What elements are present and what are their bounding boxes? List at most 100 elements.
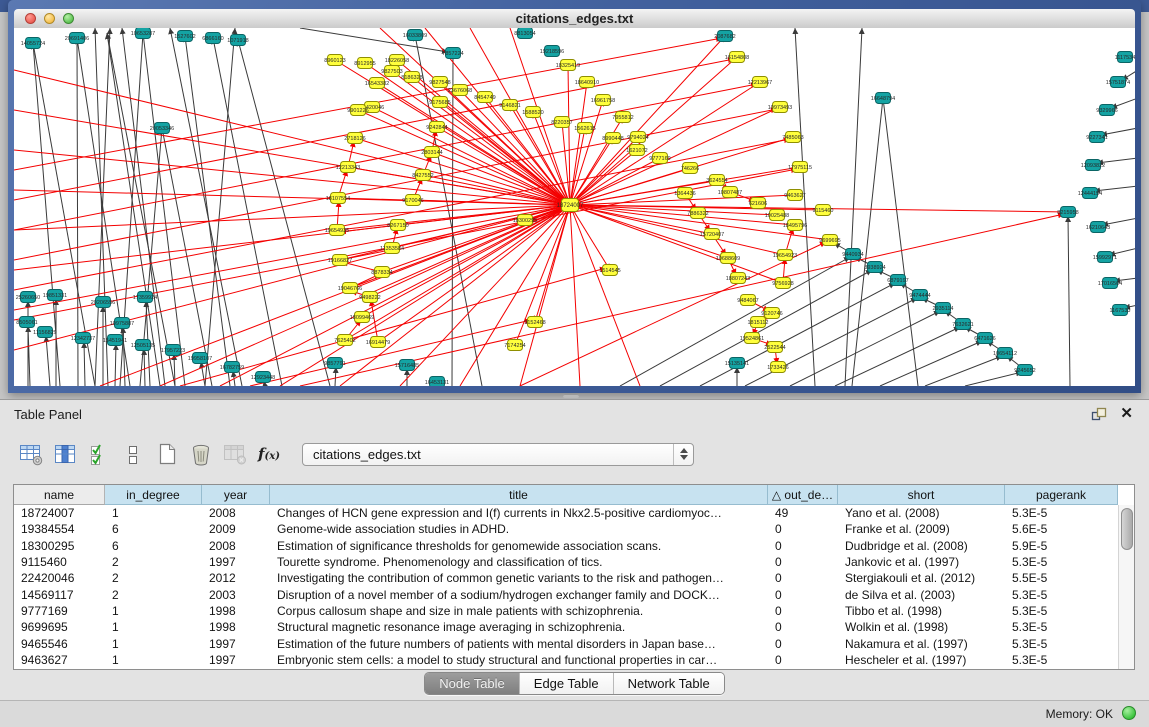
cell-short[interactable]: Hescheler et al. (1997) [838, 653, 1005, 667]
memory-status-icon[interactable] [1122, 706, 1136, 720]
column-visibility-icon[interactable] [50, 440, 80, 468]
cell-short[interactable]: Jankovic et al. (1997) [838, 555, 1005, 569]
cell-pagerank[interactable]: 5.9E-5 [1005, 539, 1118, 553]
cell-pagerank[interactable]: 5.3E-5 [1005, 506, 1118, 520]
cell-short[interactable]: Tibbo et al. (1998) [838, 604, 1005, 618]
table-row[interactable]: 1456911722003Disruption of a novel membe… [14, 586, 1134, 602]
tab-edge-table[interactable]: Edge Table [519, 673, 613, 694]
cell-year[interactable]: 1997 [202, 637, 270, 651]
cell-out_degree[interactable]: 0 [768, 637, 838, 651]
cell-year[interactable]: 2008 [202, 506, 270, 520]
cell-pagerank[interactable]: 5.3E-5 [1005, 588, 1118, 602]
cell-in_degree[interactable]: 1 [105, 620, 202, 634]
cell-in_degree[interactable]: 6 [105, 522, 202, 536]
cell-in_degree[interactable]: 1 [105, 653, 202, 667]
column-header-short[interactable]: short [838, 485, 1005, 505]
cell-name[interactable]: 18724007 [14, 506, 105, 520]
tab-network-table[interactable]: Network Table [613, 673, 724, 694]
cell-out_degree[interactable]: 0 [768, 588, 838, 602]
cell-name[interactable]: 9699695 [14, 620, 105, 634]
cell-pagerank[interactable]: 5.3E-5 [1005, 604, 1118, 618]
cell-out_degree[interactable]: 0 [768, 653, 838, 667]
cell-name[interactable]: 22420046 [14, 571, 105, 585]
cell-in_degree[interactable]: 2 [105, 588, 202, 602]
scrollbar-thumb[interactable] [1121, 508, 1133, 550]
table-row[interactable]: 1938455462009Genome-wide association stu… [14, 521, 1134, 537]
cell-year[interactable]: 2008 [202, 539, 270, 553]
cell-out_degree[interactable]: 0 [768, 555, 838, 569]
table-row[interactable]: 946554611997Estimation of the future num… [14, 635, 1134, 651]
table-row[interactable]: 911546021997Tourette syndrome. Phenomeno… [14, 554, 1134, 570]
table-row[interactable]: 946362711997Embryonic stem cells: a mode… [14, 652, 1134, 668]
cell-title[interactable]: Tourette syndrome. Phenomenology and cla… [270, 555, 768, 569]
column-header-title[interactable]: title [270, 485, 768, 505]
cell-title[interactable]: Corpus callosum shape and size in male p… [270, 604, 768, 618]
column-header-name[interactable]: name [14, 485, 105, 505]
cell-name[interactable]: 9463627 [14, 653, 105, 667]
cell-name[interactable]: 9115460 [14, 555, 105, 569]
table-row[interactable]: 977716911998Corpus callosum shape and si… [14, 603, 1134, 619]
new-table-icon[interactable] [152, 440, 182, 468]
row-check-icon[interactable] [84, 440, 114, 468]
cell-pagerank[interactable]: 5.3E-5 [1005, 620, 1118, 634]
cell-title[interactable]: Investigating the contribution of common… [270, 571, 768, 585]
cell-in_degree[interactable]: 1 [105, 637, 202, 651]
cell-out_degree[interactable]: 49 [768, 506, 838, 520]
cell-title[interactable]: Structural magnetic resonance image aver… [270, 620, 768, 634]
cell-short[interactable]: Franke et al. (2009) [838, 522, 1005, 536]
cell-year[interactable]: 2009 [202, 522, 270, 536]
trash-icon[interactable] [186, 440, 216, 468]
cell-title[interactable]: Embryonic stem cells: a model to study s… [270, 653, 768, 667]
cell-short[interactable]: Wolkin et al. (1998) [838, 620, 1005, 634]
table-vertical-scrollbar[interactable] [1118, 505, 1134, 669]
network-window-titlebar[interactable]: citations_edges.txt [14, 9, 1135, 29]
table-row[interactable]: 969969511998Structural magnetic resonanc… [14, 619, 1134, 635]
cell-pagerank[interactable]: 5.6E-5 [1005, 522, 1118, 536]
cell-title[interactable]: Estimation of significance thresholds fo… [270, 539, 768, 553]
cell-pagerank[interactable]: 5.3E-5 [1005, 555, 1118, 569]
cell-title[interactable]: Genome-wide association studies in ADHD. [270, 522, 768, 536]
cell-name[interactable]: 9777169 [14, 604, 105, 618]
float-window-icon[interactable] [1091, 407, 1107, 421]
network-canvas[interactable]: 1405572420691406106532871527602686616010… [14, 28, 1135, 386]
cell-in_degree[interactable]: 1 [105, 604, 202, 618]
row-height-icon[interactable] [118, 440, 148, 468]
cell-year[interactable]: 2003 [202, 588, 270, 602]
table-row[interactable]: 2242004622012Investigating the contribut… [14, 570, 1134, 586]
cell-in_degree[interactable]: 1 [105, 506, 202, 520]
function-builder-icon[interactable]: f(x) [254, 440, 284, 468]
cell-short[interactable]: Nakamura et al. (1997) [838, 637, 1005, 651]
cell-in_degree[interactable]: 2 [105, 555, 202, 569]
cell-name[interactable]: 19384554 [14, 522, 105, 536]
panel-splitter-handle[interactable] [563, 394, 579, 398]
cell-title[interactable]: Disruption of a novel member of a sodium… [270, 588, 768, 602]
cell-pagerank[interactable]: 5.3E-5 [1005, 653, 1118, 667]
cell-year[interactable]: 1997 [202, 555, 270, 569]
cell-in_degree[interactable]: 6 [105, 539, 202, 553]
cell-out_degree[interactable]: 0 [768, 571, 838, 585]
column-header-out_degree[interactable]: △ out_de… [768, 485, 838, 505]
cell-out_degree[interactable]: 0 [768, 539, 838, 553]
cell-in_degree[interactable]: 2 [105, 571, 202, 585]
cell-year[interactable]: 1998 [202, 604, 270, 618]
table-settings-icon[interactable] [16, 440, 46, 468]
delete-table-icon[interactable] [220, 440, 250, 468]
cell-pagerank[interactable]: 5.3E-5 [1005, 637, 1118, 651]
cell-out_degree[interactable]: 0 [768, 604, 838, 618]
cell-short[interactable]: Stergiakouli et al. (2012) [838, 571, 1005, 585]
table-row[interactable]: 1830029562008Estimation of significance … [14, 538, 1134, 554]
column-header-in_degree[interactable]: in_degree [105, 485, 202, 505]
column-header-year[interactable]: year [202, 485, 270, 505]
cell-short[interactable]: Dudbridge et al. (2008) [838, 539, 1005, 553]
cell-out_degree[interactable]: 0 [768, 522, 838, 536]
cell-name[interactable]: 18300295 [14, 539, 105, 553]
cell-pagerank[interactable]: 5.5E-5 [1005, 571, 1118, 585]
network-graph[interactable]: 1405572420691406106532871527602686616010… [14, 28, 1135, 386]
cell-short[interactable]: de Silva et al. (2003) [838, 588, 1005, 602]
table-selector-dropdown[interactable]: citations_edges.txt [302, 443, 694, 466]
cell-title[interactable]: Estimation of the future numbers of pati… [270, 637, 768, 651]
cell-title[interactable]: Changes of HCN gene expression and I(f) … [270, 506, 768, 520]
cell-year[interactable]: 1998 [202, 620, 270, 634]
cell-name[interactable]: 14569117 [14, 588, 105, 602]
cell-out_degree[interactable]: 0 [768, 620, 838, 634]
